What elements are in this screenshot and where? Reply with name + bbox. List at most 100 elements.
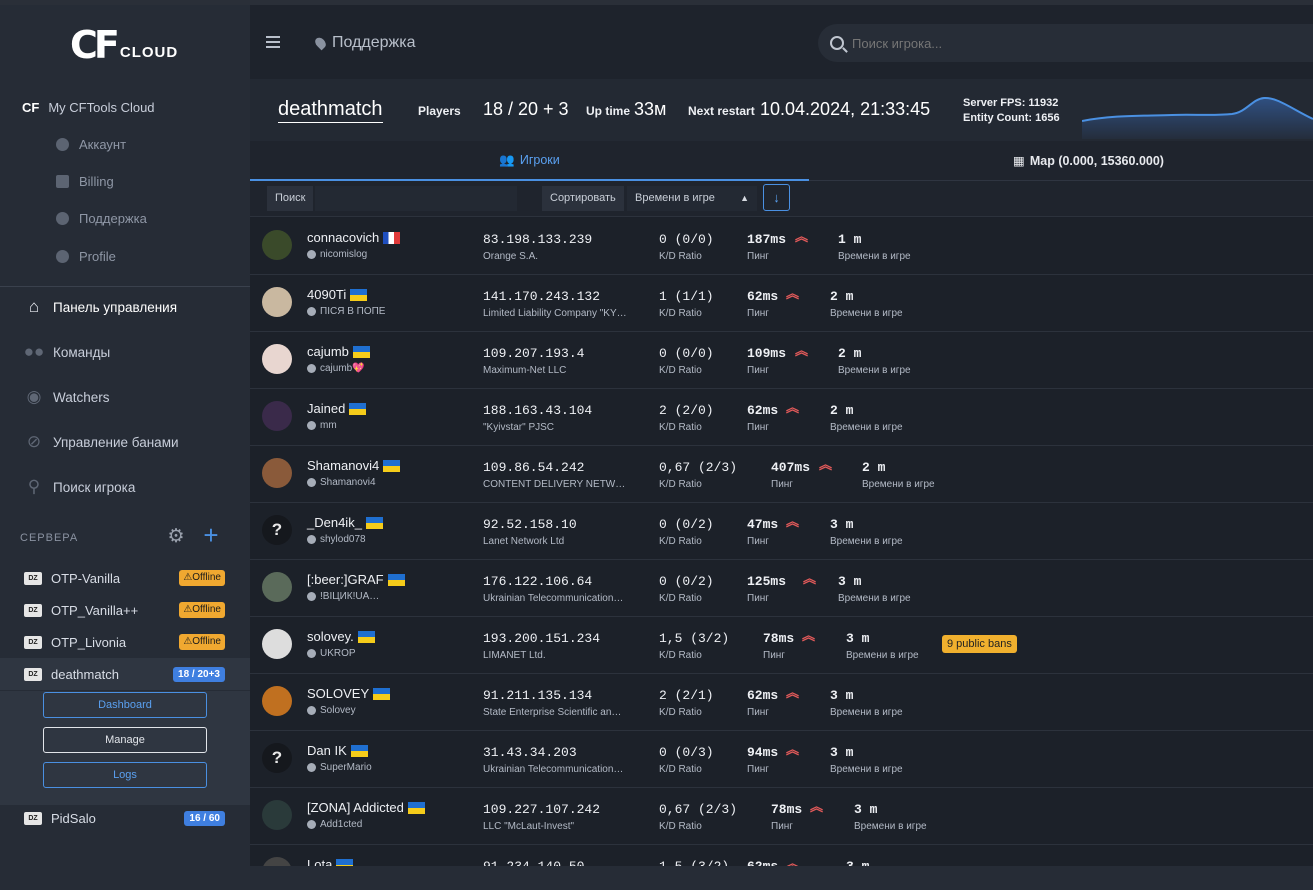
sidebar-item-account[interactable]: Аккаунт [56, 137, 126, 152]
avatar[interactable]: ? [262, 743, 292, 773]
add-server-button[interactable]: + [200, 522, 222, 548]
player-name-cell[interactable]: Lota [307, 857, 354, 866]
search-filter-input[interactable] [315, 186, 517, 211]
player-name-cell[interactable]: 4090Ti [307, 287, 368, 302]
table-row[interactable]: [:beer:]GRAF !ВIЦИК!UA… 176.122.106.64 U… [250, 560, 1313, 617]
eye-icon: ◉ [26, 387, 42, 406]
tab-label: Map (0.000, 15360.000) [1029, 153, 1164, 168]
cfcloud-logo[interactable]: CF CLOUD [70, 23, 179, 67]
table-row[interactable]: SOLOVEY Solovey 91.211.135.134 State Ent… [250, 674, 1313, 731]
kd-value: 2 (2/1) [659, 688, 714, 703]
sidebar-item-teams[interactable]: ●● Команды [23, 341, 110, 363]
verified-icon [307, 649, 316, 658]
my-cftools-link[interactable]: CF My CFTools Cloud [22, 100, 155, 115]
avatar[interactable] [262, 572, 292, 602]
avatar[interactable] [262, 629, 292, 659]
tab-map[interactable]: ▦ Map (0.000, 15360.000) [809, 141, 1313, 181]
breadcrumb[interactable]: Поддержка [313, 34, 415, 52]
high-ping-chevron-icon: ︽ [802, 628, 816, 643]
sidebar-item-player-search[interactable]: ⚲ Поиск игрока [23, 476, 136, 498]
table-row[interactable]: ? Dan IK SuperMario 31.43.34.203 Ukraini… [250, 731, 1313, 788]
manage-button[interactable]: Manage [43, 727, 207, 753]
player-name-cell[interactable]: _Den4ik_ [307, 515, 383, 530]
ping-label: Пинг [771, 479, 793, 490]
gear-icon[interactable]: ⚙ [165, 526, 187, 548]
player-name-cell[interactable]: cajumb [307, 344, 370, 359]
sidebar-item-profile[interactable]: Profile [56, 249, 116, 264]
avatar[interactable] [262, 458, 292, 488]
player-search-input[interactable] [852, 35, 1252, 51]
player-isp: CONTENT DELIVERY NETWOR… [483, 479, 629, 490]
player-name-cell[interactable]: connacovich [307, 230, 401, 245]
sort-direction-button[interactable]: ↓ [763, 184, 790, 211]
avatar[interactable] [262, 857, 292, 866]
ping-label: Пинг [747, 593, 769, 604]
avatar[interactable] [262, 401, 292, 431]
avatar[interactable] [262, 344, 292, 374]
tab-players[interactable]: 👥 Игроки [250, 141, 809, 181]
avatar[interactable]: ? [262, 515, 292, 545]
server-item-pidsalo[interactable]: DZ PidSalo 16 / 60 [0, 802, 250, 834]
table-row[interactable]: ? _Den4ik_ shylod078 92.52.158.10 Lanet … [250, 503, 1313, 560]
public-bans-badge[interactable]: 9 public bans [942, 635, 1017, 653]
table-row[interactable]: connacovich nicomislog 83.198.133.239 Or… [250, 218, 1313, 275]
table-row[interactable]: 4090Ti ПІСЯ В ПОПЕ 141.170.243.132 Limit… [250, 275, 1313, 332]
high-ping-chevron-icon: ︽ [786, 286, 800, 301]
sidebar-item-dashboard[interactable]: ⌂ Панель управления [23, 296, 177, 318]
table-row[interactable]: [ZONA] Addicted Add1cted 109.227.107.242… [250, 788, 1313, 845]
player-isp: Orange S.A. [483, 251, 539, 262]
sidebar-item-support[interactable]: Поддержка [56, 211, 147, 226]
high-ping-chevron-icon: ︽ [786, 514, 800, 529]
player-name-cell[interactable]: solovey. [307, 629, 375, 644]
sort-select[interactable]: Времени в игре ▲ [627, 186, 757, 211]
ping-value: 78ms [763, 631, 795, 646]
bottom-scrollbar[interactable] [250, 866, 1313, 890]
server-item-otp-vanilla[interactable]: DZ OTP-Vanilla ⚠Offline [0, 562, 250, 594]
sidebar-item-billing[interactable]: Billing [56, 174, 114, 189]
high-ping-chevron-icon: ︽ [803, 571, 817, 586]
dayz-icon: DZ [24, 571, 42, 585]
playtime-label: Времени в игре [838, 593, 911, 604]
kd-label: K/D Ratio [659, 650, 702, 661]
player-isp: LIMANET Ltd. [483, 650, 546, 661]
steam-name-cell: mm [307, 420, 337, 431]
dashboard-button[interactable]: Dashboard [43, 692, 207, 718]
avatar[interactable] [262, 230, 292, 260]
sidebar-item-watchers[interactable]: ◉ Watchers [23, 386, 110, 408]
player-name-cell[interactable]: [ZONA] Addicted [307, 800, 425, 815]
playtime-value: 3 m [854, 802, 878, 817]
player-name-cell[interactable]: SOLOVEY [307, 686, 391, 701]
server-item-otp-livonia[interactable]: DZ OTP_Livonia ⚠Offline [0, 626, 250, 658]
avatar[interactable] [262, 686, 292, 716]
table-row[interactable]: Lota 91.234.140.50 1,5 (3/2) K/D Ratio 6… [250, 845, 1313, 866]
avatar[interactable] [262, 800, 292, 830]
sidebar-item-bans[interactable]: ⊘ Управление банами [23, 431, 179, 453]
dayz-icon: DZ [24, 667, 42, 681]
server-title[interactable]: deathmatch [278, 98, 383, 123]
players-label: Players [418, 104, 461, 118]
server-item-deathmatch[interactable]: DZ deathmatch 18 / 20+3 [0, 658, 250, 690]
kd-label: K/D Ratio [659, 821, 702, 832]
player-name-cell[interactable]: [:beer:]GRAF [307, 572, 405, 587]
servers-heading: СЕРВЕРА [20, 532, 79, 544]
player-name: _Den4ik_ [307, 515, 362, 530]
player-name-cell[interactable]: Shamanovi4 [307, 458, 401, 473]
status-badge: ⚠Offline [179, 570, 225, 586]
server-name: OTP_Vanilla++ [51, 602, 139, 618]
logs-button[interactable]: Logs [43, 762, 207, 788]
player-name: Lota [307, 857, 333, 866]
player-name-cell[interactable]: Dan IK [307, 743, 368, 758]
logo-text: CLOUD [119, 43, 179, 61]
country-flag-icon [349, 402, 367, 415]
table-row[interactable]: cajumb cajumb💖 109.207.193.4 Maximum-Net… [250, 332, 1313, 389]
avatar[interactable] [262, 287, 292, 317]
player-name-cell[interactable]: Jained [307, 401, 367, 416]
hamburger-menu-icon[interactable] [266, 36, 280, 48]
ping-label: Пинг [747, 365, 769, 376]
table-row[interactable]: Shamanovi4 Shamanovi4 109.86.54.242 CONT… [250, 446, 1313, 503]
country-flag-icon [352, 345, 370, 358]
server-item-otp-vanilla-plus[interactable]: DZ OTP_Vanilla++ ⚠Offline [0, 594, 250, 626]
dayz-icon: DZ [24, 603, 42, 617]
table-row[interactable]: Jained mm 188.163.43.104 "Kyivstar" PJSC… [250, 389, 1313, 446]
table-row[interactable]: solovey. UKROP 193.200.151.234 LIMANET L… [250, 617, 1313, 674]
